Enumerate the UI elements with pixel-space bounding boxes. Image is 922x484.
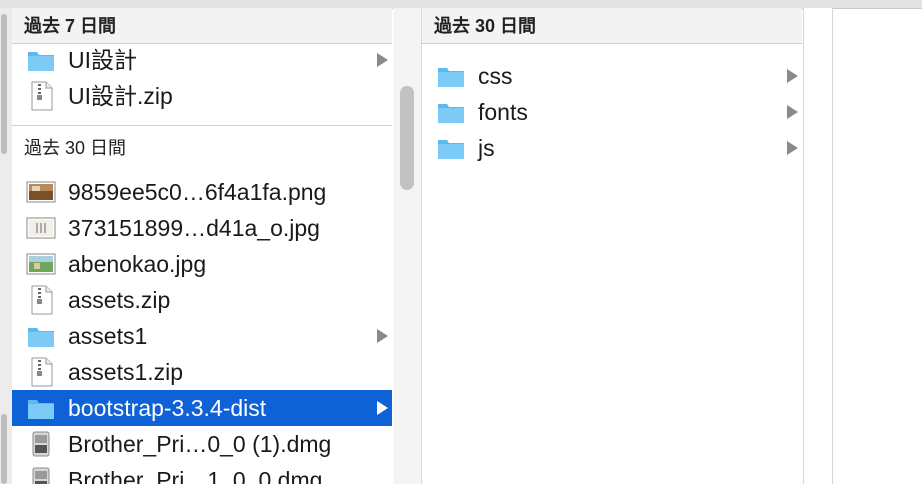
- item-label: Brother_Pri…1_0_0.dmg: [68, 467, 323, 484]
- disk-image-icon: [26, 429, 56, 459]
- item-label: assets1: [68, 323, 148, 349]
- zip-file-icon: [26, 357, 56, 387]
- folder-icon: [26, 321, 56, 351]
- list-item[interactable]: js: [422, 130, 802, 166]
- item-label: UI設計.zip: [68, 83, 173, 109]
- image-thumbnail-icon: [26, 177, 56, 207]
- disclosure-arrow-icon: [377, 53, 388, 67]
- list-item[interactable]: abenokao.jpg: [12, 246, 392, 282]
- item-label: css: [478, 63, 513, 89]
- left-scroll-edge: [0, 8, 12, 484]
- item-label: Brother_Pri…0_0 (1).dmg: [68, 431, 332, 457]
- folder-icon: [26, 45, 56, 75]
- left-edge-scrollbar-thumb-lower[interactable]: [1, 414, 7, 484]
- list-item[interactable]: UI設計.zip: [12, 78, 392, 114]
- column-scrollbar[interactable]: [393, 8, 422, 484]
- list-item[interactable]: Brother_Pri…1_0_0.dmg: [12, 462, 392, 484]
- folder-icon: [436, 133, 466, 163]
- folder-icon: [436, 61, 466, 91]
- list-item[interactable]: Brother_Pri…0_0 (1).dmg: [12, 426, 392, 462]
- list-item[interactable]: 9859ee5c0…6f4a1fa.png: [12, 174, 392, 210]
- disclosure-arrow-icon: [787, 69, 798, 83]
- item-label: UI設計: [68, 47, 137, 73]
- list-item[interactable]: css: [422, 58, 802, 94]
- item-label: assets1.zip: [68, 359, 184, 385]
- item-label: bootstrap-3.3.4-dist: [68, 395, 267, 421]
- list-item[interactable]: UI設計: [12, 42, 392, 78]
- list-item-selected[interactable]: bootstrap-3.3.4-dist: [12, 390, 392, 426]
- left-edge-scrollbar-thumb[interactable]: [1, 14, 7, 154]
- disclosure-arrow-icon: [377, 329, 388, 343]
- disclosure-arrow-icon: [787, 141, 798, 155]
- zip-file-icon: [26, 81, 56, 111]
- image-thumbnail-icon: [26, 249, 56, 279]
- list-item[interactable]: assets1.zip: [12, 354, 392, 390]
- folder-icon: [26, 393, 56, 423]
- disclosure-arrow-icon: [377, 401, 388, 415]
- list-item[interactable]: fonts: [422, 94, 802, 130]
- empty-column-resize-area[interactable]: [803, 8, 833, 484]
- section-header-past-30-days: 過去 30 日間: [422, 8, 802, 44]
- folder-icon: [436, 97, 466, 127]
- column-scrollbar-thumb[interactable]: [400, 86, 414, 190]
- section-divider: [12, 125, 392, 126]
- disclosure-arrow-icon: [787, 105, 798, 119]
- image-thumbnail-icon: [26, 213, 56, 243]
- browser-column-bootstrap-contents: 過去 30 日間 css fonts js: [422, 8, 802, 484]
- section-header-past-7-days: 過去 7 日間: [12, 8, 392, 44]
- browser-column-recents: 過去 7 日間 UI設計 UI設計.zip 過去 30 日間 9859ee5c0…: [12, 8, 392, 484]
- item-label: assets.zip: [68, 287, 171, 313]
- list-item[interactable]: assets.zip: [12, 282, 392, 318]
- item-label: 9859ee5c0…6f4a1fa.png: [68, 179, 327, 205]
- list-item[interactable]: assets1: [12, 318, 392, 354]
- section-header-past-30-days: 過去 30 日間: [12, 130, 392, 166]
- item-label: abenokao.jpg: [68, 251, 207, 277]
- item-label: fonts: [478, 99, 528, 125]
- disk-image-icon: [26, 465, 56, 484]
- list-item[interactable]: 373151899…d41a_o.jpg: [12, 210, 392, 246]
- item-label: 373151899…d41a_o.jpg: [68, 215, 320, 241]
- zip-file-icon: [26, 285, 56, 315]
- item-label: js: [478, 135, 495, 161]
